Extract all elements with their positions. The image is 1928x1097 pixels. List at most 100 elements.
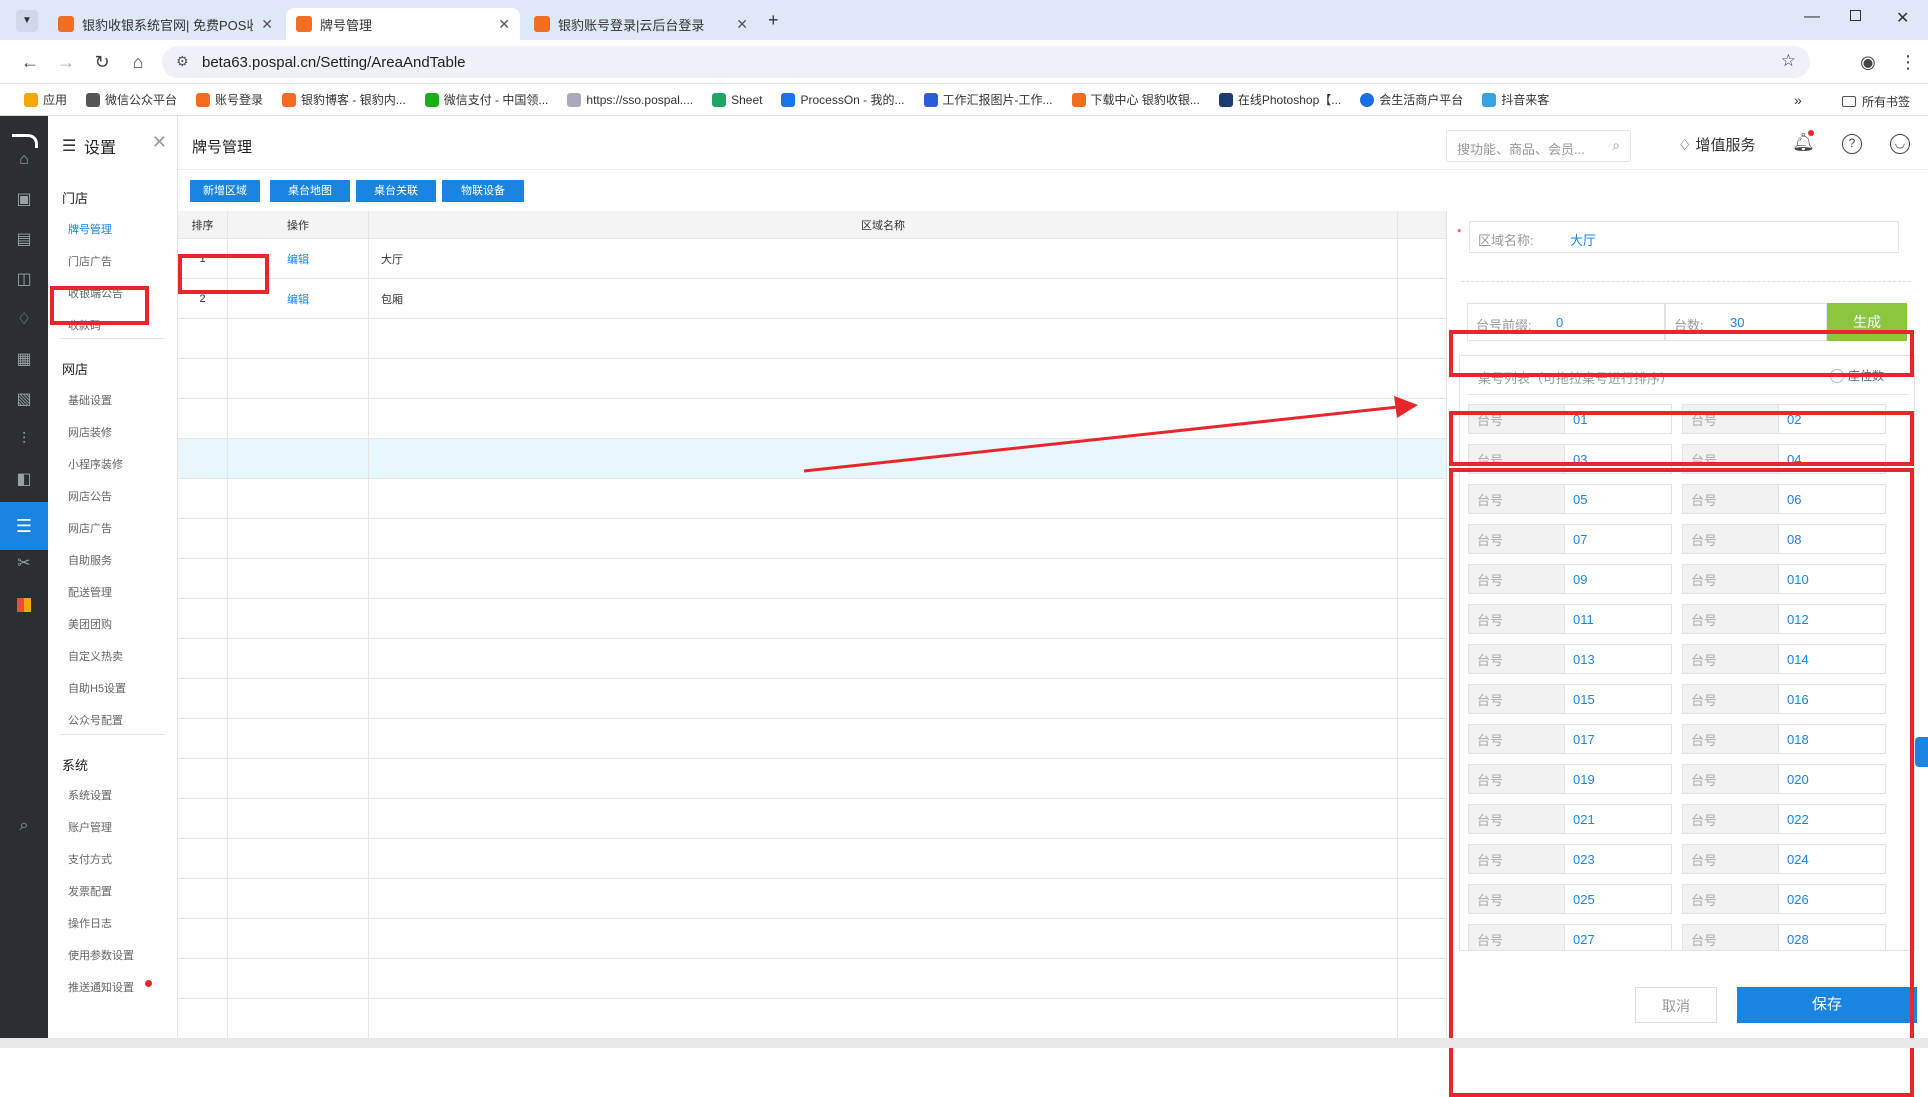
table-number-input[interactable]: 台号 08	[1682, 524, 1886, 554]
table-number-input[interactable]: 台号 028	[1682, 924, 1886, 950]
bookmark-item[interactable]: 抖音来客	[1482, 91, 1549, 108]
table-number-input[interactable]: 台号 06	[1682, 484, 1886, 514]
table-number-input[interactable]: 台号 05	[1468, 484, 1672, 514]
bookmark-item[interactable]: 在线Photoshop【...	[1218, 91, 1341, 108]
table-tag-label: 台号	[1683, 645, 1779, 673]
table-number-input[interactable]: 台号 015	[1468, 684, 1672, 714]
close-tab-icon[interactable]: ✕	[261, 16, 273, 33]
table-number-input[interactable]: 台号 011	[1468, 604, 1672, 634]
close-window-icon[interactable]: ✕	[1896, 8, 1909, 28]
cancel-button[interactable]: 取消	[1635, 987, 1717, 1023]
bookmark-item[interactable]: 工作汇报图片-工作...	[923, 91, 1053, 108]
bookmark-item[interactable]: 微信支付 - 中国领...	[424, 91, 548, 108]
bookmark-item[interactable]: 微信公众平台	[86, 91, 177, 108]
table-number-value: 010	[1787, 571, 1809, 587]
table-number-input[interactable]: 台号 023	[1468, 844, 1672, 874]
table-number-input[interactable]: 台号 018	[1682, 724, 1886, 754]
forward-icon[interactable]: →	[54, 50, 78, 74]
table-tag-label: 台号	[1683, 605, 1779, 633]
table-number-input[interactable]: 台号 026	[1682, 884, 1886, 914]
address-bar[interactable]: ⚙ beta63.pospal.cn/Setting/AreaAndTable …	[162, 46, 1810, 78]
browser-tab[interactable]: 银豹收银系统官网| 免费POS收银 ✕	[48, 8, 283, 40]
table-number-input[interactable]: 台号 02	[1682, 404, 1886, 434]
required-mark: *	[1457, 227, 1462, 239]
floating-side-tab[interactable]	[1915, 737, 1928, 767]
table-number-value: 011	[1573, 611, 1594, 627]
browser-menu-icon[interactable]: ⋮	[1896, 50, 1920, 74]
bookmark-item[interactable]: https://sso.pospal....	[567, 92, 693, 107]
table-tag-label: 台号	[1683, 845, 1779, 873]
more-bookmarks-icon[interactable]: »	[1794, 92, 1802, 108]
bookmark-star-icon[interactable]: ☆	[1781, 51, 1796, 71]
table-number-input[interactable]: 台号 024	[1682, 844, 1886, 874]
table-number-input[interactable]: 台号 020	[1682, 764, 1886, 794]
count-label: 台数:	[1674, 318, 1704, 333]
table-number-input[interactable]: 台号 04	[1682, 444, 1886, 474]
table-number-input[interactable]: 台号 017	[1468, 724, 1672, 754]
table-number-value: 025	[1573, 891, 1595, 907]
back-icon[interactable]: ←	[18, 50, 42, 74]
all-bookmarks[interactable]: 所有书签	[1842, 93, 1910, 110]
save-button[interactable]: 保存	[1737, 987, 1917, 1023]
table-number-input[interactable]: 台号 016	[1682, 684, 1886, 714]
table-number-input[interactable]: 台号 012	[1682, 604, 1886, 634]
table-number-input[interactable]: 台号 014	[1682, 644, 1886, 674]
radio-icon	[1830, 368, 1844, 383]
bookmark-item[interactable]: Sheet	[712, 92, 762, 107]
seat-count-radio[interactable]: 座位数	[1830, 367, 1884, 384]
table-number-input[interactable]: 台号 019	[1468, 764, 1672, 794]
table-number-input[interactable]: 台号 027	[1468, 924, 1672, 950]
restore-icon[interactable]	[1850, 10, 1861, 21]
table-number-input[interactable]: 台号 021	[1468, 804, 1672, 834]
table-number-value: 023	[1573, 851, 1595, 867]
bottom-scrollbar[interactable]	[0, 1038, 1928, 1048]
table-number-value: 03	[1573, 451, 1588, 467]
bookmark-item[interactable]: ProcessOn - 我的...	[781, 91, 905, 108]
reload-icon[interactable]: ↻	[90, 50, 114, 74]
site-info-icon[interactable]: ⚙	[176, 53, 189, 70]
sheet-icon	[712, 92, 727, 107]
bookmark-item[interactable]: 账号登录	[196, 91, 263, 108]
meituan-icon	[1360, 92, 1375, 107]
pospal-favicon-icon	[196, 92, 211, 107]
browser-tab-active[interactable]: 牌号管理 ✕	[286, 8, 520, 40]
table-number-value: 028	[1787, 931, 1809, 947]
table-tag-label: 台号	[1469, 565, 1565, 593]
area-name-field[interactable]: 区域名称: 大厅	[1469, 221, 1899, 253]
table-tag-label: 台号	[1469, 805, 1565, 833]
close-tab-icon[interactable]: ✕	[736, 16, 748, 33]
bookmark-item[interactable]: 应用	[24, 91, 67, 108]
new-tab-icon[interactable]: +	[768, 10, 779, 31]
table-number-input[interactable]: 台号 022	[1682, 804, 1886, 834]
table-list-title: 桌号列表（可拖拉桌号进行排序）	[1478, 371, 1674, 386]
count-field[interactable]: 台数: 30	[1665, 303, 1827, 341]
pospal-favicon-icon	[282, 92, 297, 107]
profile-icon[interactable]: ◉	[1856, 50, 1880, 74]
browser-tab[interactable]: 银豹账号登录|云后台登录 ✕	[524, 8, 758, 40]
table-number-value: 013	[1573, 651, 1595, 667]
table-number-value: 024	[1787, 851, 1809, 867]
prefix-field[interactable]: 台号前缀: 0	[1467, 303, 1665, 341]
table-number-input[interactable]: 台号 01	[1468, 404, 1672, 434]
prefix-label: 台号前缀:	[1476, 318, 1532, 333]
home-icon[interactable]: ⌂	[126, 50, 150, 74]
table-number-input[interactable]: 台号 025	[1468, 884, 1672, 914]
table-tag-label: 台号	[1683, 725, 1779, 753]
table-number-input[interactable]: 台号 07	[1468, 524, 1672, 554]
table-number-input[interactable]: 台号 013	[1468, 644, 1672, 674]
wechat-pay-icon	[424, 92, 439, 107]
minimize-icon[interactable]: —	[1804, 8, 1820, 26]
bookmark-item[interactable]: 会生活商户平台	[1360, 91, 1463, 108]
close-tab-icon[interactable]: ✕	[498, 16, 510, 33]
table-tag-label: 台号	[1683, 485, 1779, 513]
bookmark-item[interactable]: 银豹博客 - 银豹内...	[282, 91, 406, 108]
table-number-value: 017	[1573, 731, 1595, 747]
table-number-input[interactable]: 台号 03	[1468, 444, 1672, 474]
generate-button[interactable]: 生成	[1827, 303, 1907, 341]
bookmark-item[interactable]: 下载中心 银豹收银...	[1071, 91, 1200, 108]
table-number-input[interactable]: 台号 010	[1682, 564, 1886, 594]
table-number-input[interactable]: 台号 09	[1468, 564, 1672, 594]
tab-list-chevron-icon[interactable]: ▼	[16, 10, 38, 32]
report-icon	[923, 92, 938, 107]
table-number-value: 07	[1573, 531, 1588, 547]
